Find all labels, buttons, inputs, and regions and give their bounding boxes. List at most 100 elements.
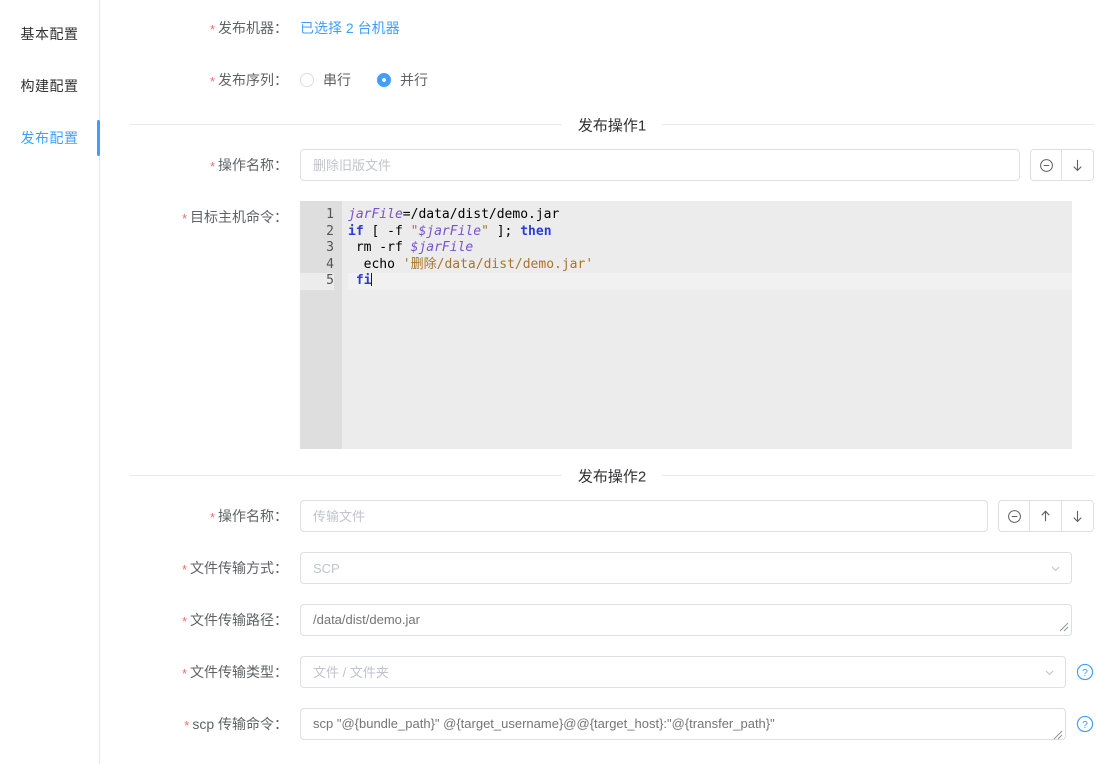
text-cursor bbox=[371, 273, 373, 286]
transfer-mode-input[interactable] bbox=[300, 552, 1072, 584]
code-token: rm -rf bbox=[348, 240, 411, 255]
publish-machine-label: * 发布机器： bbox=[209, 20, 288, 37]
required-mark: * bbox=[181, 211, 187, 226]
config-sidebar: 基本配置 构建配置 发布配置 bbox=[0, 0, 100, 764]
sidebar-item-basic-config[interactable]: 基本配置 bbox=[0, 8, 99, 60]
code-line: fi bbox=[348, 273, 1072, 290]
publish-config-form: * 发布机器： 已选择 2 台机器 * 发布序列： 串行 并行 发布操作1 * … bbox=[100, 0, 1116, 764]
operation-name-input[interactable] bbox=[300, 149, 1020, 181]
question-circle-icon: ? bbox=[1076, 663, 1094, 681]
sidebar-item-publish-config[interactable]: 发布配置 bbox=[0, 112, 100, 164]
code-line: if [ -f "$jarFile" ]; then bbox=[348, 224, 1072, 241]
code-token: =/data/dist/demo.jar bbox=[402, 207, 560, 222]
chevron-down-icon bbox=[1049, 552, 1062, 584]
arrow-down-icon bbox=[1073, 159, 1082, 171]
radio-circle-icon bbox=[300, 73, 314, 87]
sidebar-item-label: 发布配置 bbox=[20, 130, 79, 146]
section-divider-1: 发布操作1 bbox=[130, 114, 1094, 135]
required-mark: * bbox=[181, 562, 187, 577]
question-circle-icon: ? bbox=[1076, 715, 1094, 733]
editor-line-numbers: 1 2 3 4 5 bbox=[300, 201, 342, 449]
scp-command-help-button[interactable]: ? bbox=[1076, 715, 1094, 733]
radio-circle-icon bbox=[377, 73, 391, 87]
sidebar-item-label: 构建配置 bbox=[20, 78, 79, 94]
line-number: 2 bbox=[326, 223, 334, 239]
required-mark: * bbox=[209, 159, 215, 174]
svg-text:?: ? bbox=[1082, 720, 1088, 731]
required-mark: * bbox=[184, 718, 190, 733]
code-token: jarFile bbox=[348, 207, 403, 222]
required-mark: * bbox=[209, 510, 215, 525]
sidebar-item-label: 基本配置 bbox=[20, 26, 79, 42]
editor-code-content[interactable]: jarFile=/data/dist/demo.jar if [ -f "$jar… bbox=[342, 201, 1072, 449]
publish-config-page: 基本配置 构建配置 发布配置 *发布机器： 已选择 2 台机器 *发布序列： bbox=[0, 0, 1116, 764]
radio-label: 并行 bbox=[400, 72, 428, 88]
required-mark: * bbox=[181, 614, 187, 629]
field-scp-command: *scp 传输命令： ? bbox=[100, 708, 1116, 743]
radio-parallel[interactable]: 并行 bbox=[377, 70, 428, 90]
publish-sequence-radio-group: 串行 并行 bbox=[300, 64, 446, 96]
section-divider-2: 发布操作2 bbox=[130, 465, 1094, 486]
line-number: 1 bbox=[326, 207, 334, 222]
code-line: echo '删除/data/dist/demo.jar' bbox=[348, 257, 1072, 274]
code-token: if bbox=[348, 223, 364, 239]
required-mark: * bbox=[181, 666, 187, 681]
publish-sequence-label: * 发布序列： bbox=[209, 72, 288, 89]
transfer-mode-select[interactable] bbox=[300, 552, 1072, 584]
code-token: echo bbox=[348, 256, 403, 272]
transfer-mode-label: * 文件传输方式： bbox=[181, 560, 288, 577]
transfer-type-input[interactable] bbox=[300, 656, 1066, 688]
radio-label: 串行 bbox=[323, 72, 351, 88]
scp-command-label: * scp 传输命令： bbox=[184, 716, 288, 733]
operation-buttons-1 bbox=[1030, 149, 1094, 181]
field-operation-name-2: * 操作名称： bbox=[100, 500, 1116, 534]
code-token: " bbox=[481, 223, 489, 239]
arrow-down-icon bbox=[1073, 510, 1082, 522]
field-publish-sequence: * 发布序列： 串行 并行 bbox=[100, 64, 1116, 98]
move-down-button[interactable] bbox=[1062, 500, 1094, 532]
operation-name-input[interactable] bbox=[300, 500, 988, 532]
code-token: ]; bbox=[488, 223, 521, 239]
required-mark: * bbox=[209, 74, 215, 89]
operation-buttons-2 bbox=[998, 500, 1094, 532]
arrow-up-icon bbox=[1041, 509, 1050, 521]
move-down-button[interactable] bbox=[1062, 149, 1094, 181]
code-token: then bbox=[520, 223, 552, 239]
transfer-type-help-button[interactable]: ? bbox=[1076, 663, 1094, 681]
required-mark: * bbox=[209, 22, 215, 37]
operation-name-label: * 操作名称： bbox=[209, 508, 288, 525]
minus-circle-icon bbox=[1039, 158, 1053, 172]
transfer-path-label: * 文件传输路径： bbox=[181, 612, 288, 629]
field-transfer-path: * 文件传输路径： bbox=[100, 604, 1116, 638]
line-number: 3 bbox=[326, 240, 334, 255]
remove-operation-button[interactable] bbox=[998, 500, 1030, 532]
field-transfer-mode: * 文件传输方式： bbox=[100, 552, 1116, 586]
minus-circle-icon bbox=[1007, 509, 1021, 523]
line-number: 5 bbox=[300, 273, 334, 290]
target-host-command-label: * 目标主机命令： bbox=[181, 209, 288, 226]
scp-command-textarea[interactable] bbox=[300, 708, 1066, 740]
code-token: fi bbox=[348, 273, 372, 288]
code-token: '删除/data/dist/demo.jar' bbox=[402, 256, 594, 272]
field-operation-name-1: * 操作名称： bbox=[100, 149, 1116, 183]
code-token: $jarFile bbox=[418, 223, 482, 239]
transfer-type-select[interactable] bbox=[300, 656, 1066, 688]
code-line: rm -rf $jarFile bbox=[348, 240, 1072, 257]
move-up-button[interactable] bbox=[1030, 500, 1062, 532]
line-number: 4 bbox=[326, 256, 334, 272]
field-target-host-command: * 目标主机命令： 1 2 3 4 5 jarFile=/data/dist/de… bbox=[100, 201, 1116, 449]
operation-name-label: * 操作名称： bbox=[209, 157, 288, 174]
code-line: jarFile=/data/dist/demo.jar bbox=[348, 207, 1072, 224]
transfer-type-label: * 文件传输类型： bbox=[181, 664, 288, 681]
code-token: [ -f bbox=[363, 223, 411, 239]
selected-machines-link[interactable]: 已选择 2 台机器 bbox=[300, 12, 400, 44]
field-publish-machine: * 发布机器： 已选择 2 台机器 bbox=[100, 12, 1116, 46]
remove-operation-button[interactable] bbox=[1030, 149, 1062, 181]
chevron-down-icon bbox=[1043, 656, 1056, 688]
code-token: $jarFile bbox=[410, 240, 474, 255]
sidebar-item-build-config[interactable]: 构建配置 bbox=[0, 60, 99, 112]
transfer-path-textarea[interactable] bbox=[300, 604, 1072, 636]
field-transfer-type: *文件传输类型： ? bbox=[100, 656, 1116, 690]
shell-code-editor[interactable]: 1 2 3 4 5 jarFile=/data/dist/demo.jar if … bbox=[300, 201, 1072, 449]
radio-serial[interactable]: 串行 bbox=[300, 70, 351, 90]
